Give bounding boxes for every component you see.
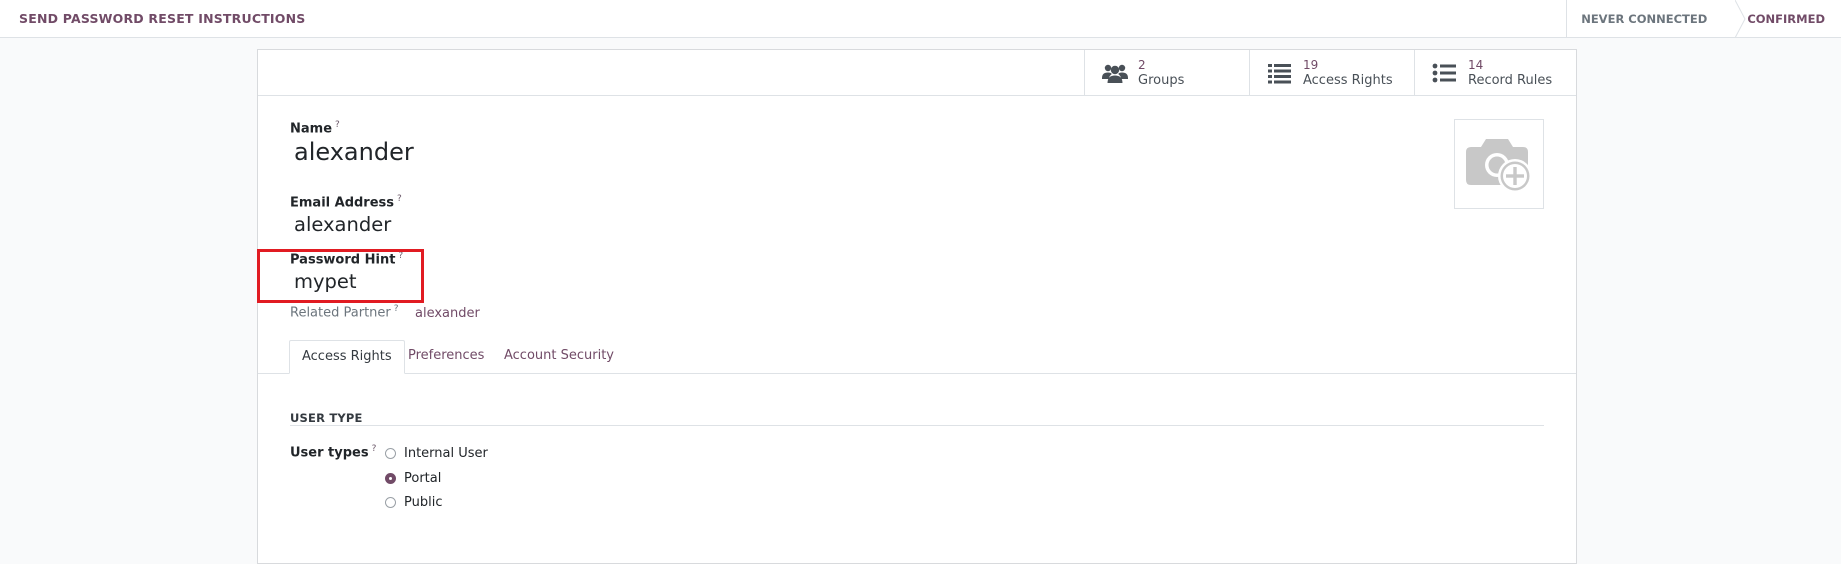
status-confirmed[interactable]: CONFIRMED [1725,0,1841,38]
tab-preferences[interactable]: Preferences [408,340,484,373]
smart-button-box: 2 Groups 19 Access Rights 14 Record Rule… [258,50,1576,96]
radio-label: Portal [404,470,442,486]
groups-count: 2 [1138,58,1146,72]
tab-access-rights[interactable]: Access Rights [289,340,405,374]
users-icon [1102,62,1128,84]
related-partner-label-text: Related Partner [290,305,391,321]
radio-button[interactable] [385,447,396,459]
camera-plus-icon [1466,139,1532,193]
record-rules-count: 14 [1468,58,1484,72]
name-input[interactable]: alexander [294,138,414,166]
record-rules-label: Record Rules [1468,73,1553,88]
related-partner-label: Related Partner? [290,304,399,320]
radio-button[interactable] [385,496,396,508]
radio-internal-user[interactable]: Internal User [385,444,488,462]
send-password-reset-button[interactable]: SEND PASSWORD RESET INSTRUCTIONS [19,0,305,38]
notebook-tabs: Access Rights Preferences Account Securi… [258,340,1576,374]
name-label-text: Name [290,121,333,137]
access-rights-count: 19 [1303,58,1319,72]
name-label: Name? [290,120,340,136]
control-panel: SEND PASSWORD RESET INSTRUCTIONS NEVER C… [0,0,1841,38]
password-hint-input[interactable]: mypet [294,270,357,293]
avatar-upload[interactable] [1454,119,1544,209]
status-bar: NEVER CONNECTED CONFIRMED [1566,0,1841,38]
related-partner-link[interactable]: alexander [415,306,480,321]
access-rights-label: Access Rights [1303,73,1393,88]
radio-button[interactable] [385,472,396,484]
help-tooltip-icon[interactable]: ? [335,120,340,130]
radio-portal[interactable]: Portal [385,469,441,487]
list-icon [1267,62,1293,84]
form-sheet: 2 Groups 19 Access Rights 14 Record Rule… [257,49,1577,564]
section-title-user-type: USER TYPE [290,411,363,425]
help-tooltip-icon[interactable]: ? [397,194,402,204]
password-hint-label: Password Hint? [290,251,403,267]
user-types-label-text: User types [290,445,369,461]
help-tooltip-icon[interactable]: ? [372,444,377,454]
list-ul-icon [1432,62,1458,84]
radio-label: Internal User [404,445,488,461]
access-rights-smart-button[interactable]: 19 Access Rights [1249,50,1414,95]
email-input[interactable]: alexander [294,213,391,236]
email-label-text: Email Address [290,195,395,211]
groups-label: Groups [1138,73,1185,88]
status-label: CONFIRMED [1747,12,1825,26]
record-rules-smart-button[interactable]: 14 Record Rules [1414,50,1576,95]
help-tooltip-icon[interactable]: ? [394,304,399,314]
email-label: Email Address? [290,194,402,210]
help-tooltip-icon[interactable]: ? [398,251,403,261]
radio-label: Public [404,494,443,510]
tab-account-security[interactable]: Account Security [504,340,614,373]
section-divider [290,425,1544,426]
status-never-connected[interactable]: NEVER CONNECTED [1566,0,1746,38]
password-hint-label-text: Password Hint [290,252,396,268]
user-types-label: User types? [290,444,376,460]
radio-public[interactable]: Public [385,493,442,511]
groups-smart-button[interactable]: 2 Groups [1084,50,1249,95]
status-label: NEVER CONNECTED [1581,12,1708,26]
